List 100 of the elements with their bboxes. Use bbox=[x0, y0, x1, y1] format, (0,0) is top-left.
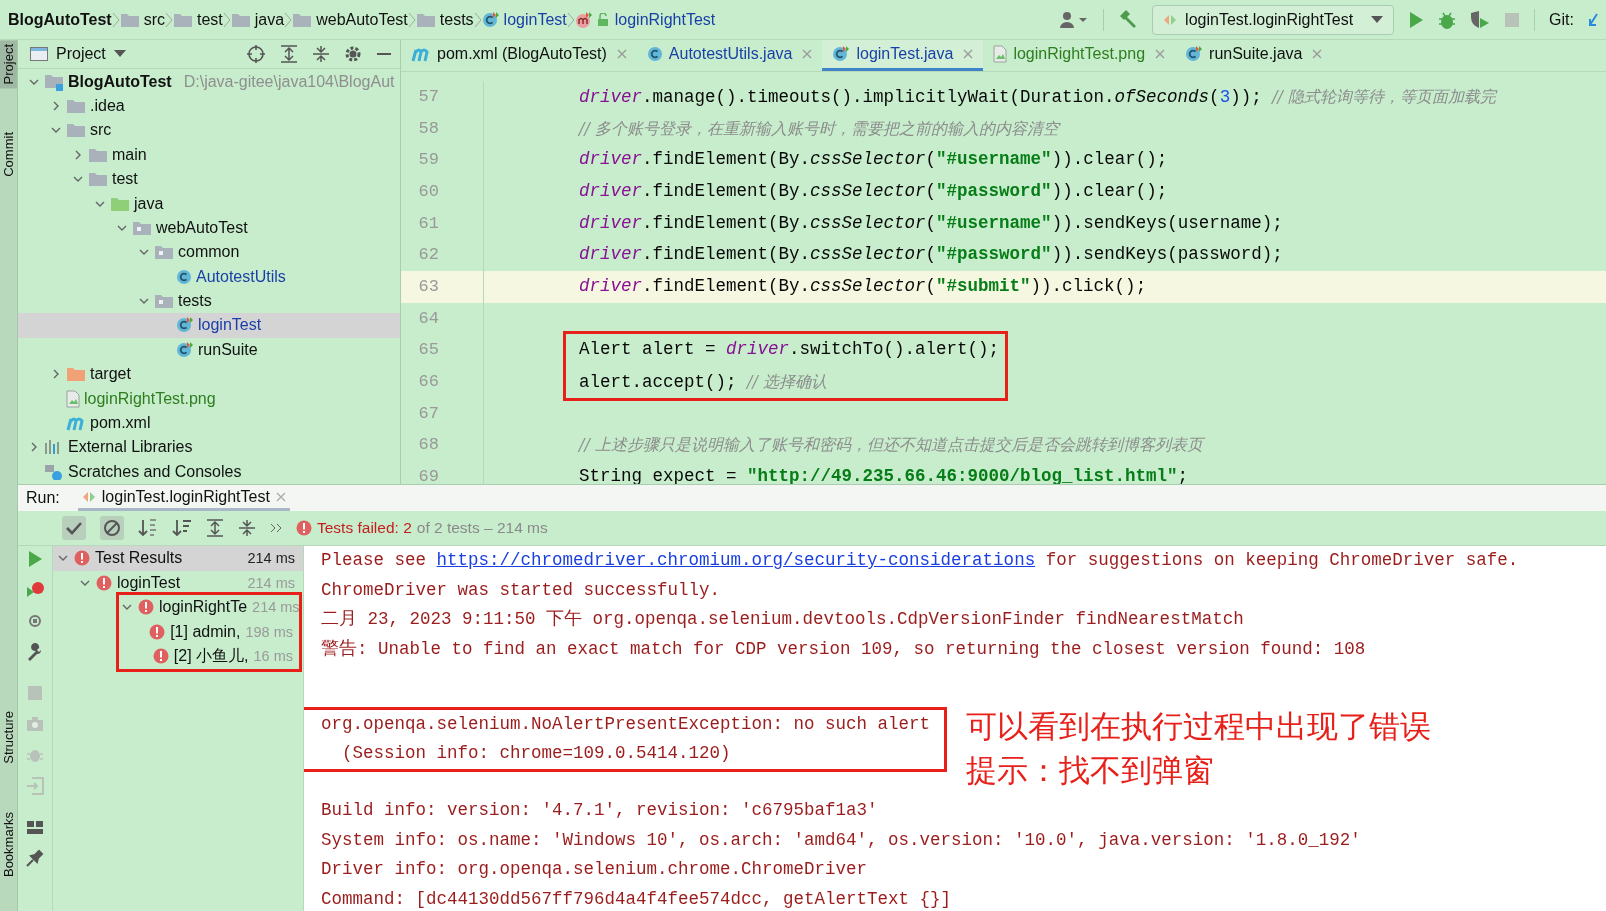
expand-all-icon[interactable] bbox=[280, 45, 298, 64]
tree-item[interactable]: BlogAutoTest D:\java-gitee\java104\BlogAut bbox=[18, 69, 400, 94]
tree-item[interactable]: java bbox=[18, 191, 400, 216]
maven-icon bbox=[411, 46, 431, 62]
class-icon bbox=[1185, 46, 1204, 62]
layout-icon[interactable] bbox=[26, 818, 44, 836]
breadcrumb-item[interactable]: src bbox=[119, 10, 165, 29]
class-icon bbox=[176, 268, 192, 285]
tree-item[interactable]: External Libraries bbox=[18, 435, 400, 460]
tree-item[interactable]: tests bbox=[18, 288, 400, 314]
toggle-icon[interactable] bbox=[26, 612, 44, 630]
tree-item[interactable]: loginRightTest.png bbox=[18, 386, 400, 411]
package-icon bbox=[154, 293, 174, 310]
cancel-icon bbox=[103, 519, 121, 537]
test-duration: 198 ms bbox=[245, 623, 293, 640]
tree-item[interactable]: Scratches and Consoles bbox=[18, 459, 400, 484]
console-line: (Session info: chrome=109.0.5414.120) bbox=[341, 742, 732, 765]
test-tree-item[interactable]: [1] admin, 198 ms bbox=[119, 619, 299, 644]
folder-icon bbox=[173, 11, 193, 28]
tree-item-label: src bbox=[90, 121, 112, 140]
more-icon[interactable] bbox=[270, 523, 282, 533]
breadcrumb-item[interactable]: loginRightTest bbox=[574, 10, 716, 29]
tree-item[interactable]: runSuite bbox=[18, 337, 400, 363]
tree-item-label: webAutoTest bbox=[156, 218, 248, 237]
project-path: D:\java-gitee\java104\BlogAut bbox=[183, 72, 395, 91]
wrench-icon[interactable] bbox=[26, 643, 44, 661]
user-icon[interactable] bbox=[1059, 10, 1090, 29]
breadcrumb-item[interactable]: loginTest bbox=[481, 10, 567, 29]
tree-item[interactable]: loginTest bbox=[18, 313, 400, 338]
rerun-failed-icon[interactable] bbox=[26, 581, 44, 599]
tree-item[interactable]: target bbox=[18, 362, 400, 387]
shield-play-icon[interactable] bbox=[1470, 10, 1491, 29]
console-line: System info: os.name: 'Windows 10', os.arch: 'amd64', os.version: '10.0', java.version: '1.8.0_192' bbox=[321, 828, 1362, 852]
locate-icon[interactable] bbox=[246, 44, 266, 65]
tree-item[interactable]: .idea bbox=[18, 93, 400, 119]
bug-icon[interactable] bbox=[1438, 10, 1457, 29]
tree-item-label: BlogAutoTest bbox=[68, 72, 172, 91]
folder-icon bbox=[119, 11, 140, 28]
tree-item[interactable]: pom.xml bbox=[18, 410, 400, 436]
class-icon bbox=[646, 46, 663, 62]
settings-icon[interactable] bbox=[344, 45, 362, 64]
collapse-all-icon[interactable] bbox=[312, 45, 330, 64]
tree-item-label: java bbox=[134, 194, 164, 213]
test-tree-item[interactable]: loginTest 214 ms bbox=[53, 570, 303, 595]
sort-duration-icon[interactable] bbox=[172, 518, 192, 538]
code-line: Alert alert = driver.switchTo().alert(); bbox=[579, 338, 1000, 362]
tool-window-tab[interactable]: Project bbox=[0, 40, 17, 89]
chevron-right-icon bbox=[407, 10, 416, 29]
editor-tab[interactable]: loginTest.java bbox=[822, 40, 984, 71]
breadcrumb-item[interactable]: BlogAutoTest bbox=[8, 10, 112, 29]
line-number: 67 bbox=[417, 402, 440, 425]
close-icon[interactable] bbox=[963, 49, 974, 59]
project-view-dropdown[interactable]: Project bbox=[30, 45, 126, 64]
tree-item-label: Scratches and Consoles bbox=[68, 462, 242, 481]
test-name: [2] 小鱼儿, bbox=[173, 645, 249, 666]
run-configuration-dropdown[interactable]: loginTest.loginRightTest bbox=[1152, 4, 1395, 35]
editor-tab[interactable]: pom.xml (BlogAutoTest) bbox=[401, 40, 637, 71]
breadcrumb-item[interactable]: webAutoTest bbox=[292, 10, 408, 29]
editor-tab[interactable]: runSuite.java bbox=[1175, 40, 1333, 71]
chevron-right-icon bbox=[566, 10, 575, 29]
breadcrumb-item[interactable]: test bbox=[173, 10, 223, 29]
expand-all-icon[interactable] bbox=[206, 519, 224, 537]
play-icon[interactable] bbox=[1408, 10, 1425, 29]
play-icon[interactable] bbox=[26, 550, 44, 568]
console-line: org.openqa.selenium.NoAlertPresentException: no such alert bbox=[321, 712, 931, 736]
tree-item[interactable]: main bbox=[18, 142, 400, 167]
show-ignored-toggle[interactable] bbox=[100, 516, 124, 540]
editor-tab[interactable]: loginRightTest.png bbox=[983, 40, 1176, 71]
test-tree-item[interactable]: loginRightTe 214 ms bbox=[119, 595, 299, 620]
tree-item[interactable]: common bbox=[18, 240, 400, 265]
test-name: [1] admin, bbox=[170, 622, 241, 641]
line-number: 63 bbox=[401, 270, 483, 303]
tree-item-label: External Libraries bbox=[68, 438, 193, 457]
run-tab[interactable]: loginTest.loginRightTest bbox=[77, 485, 290, 511]
tree-item[interactable]: AutotestUtils bbox=[18, 264, 400, 289]
breadcrumb-item[interactable]: tests bbox=[415, 10, 474, 29]
image-file-icon bbox=[993, 45, 1008, 63]
folder-icon bbox=[88, 146, 108, 163]
sort-icon[interactable] bbox=[138, 518, 158, 538]
code-line: driver.manage().timeouts().implicitlyWait(Duration.ofSeconds(3)); // 隐式轮询等待，等页面加载完 bbox=[578, 86, 1499, 109]
tool-window-tab[interactable]: Bookmarks bbox=[0, 807, 17, 881]
console-line: Build info: version: '4.7.1', revision: 'c6795baf1a3' bbox=[321, 799, 879, 822]
tree-item[interactable]: src bbox=[18, 118, 400, 143]
code-line: // 多个账号登录，在重新输入账号时，需要把之前的输入的内容清空 bbox=[577, 117, 1062, 140]
collapse-all-icon[interactable] bbox=[238, 519, 256, 537]
caret-icon bbox=[1371, 15, 1384, 24]
pin-icon[interactable] bbox=[26, 849, 44, 867]
console-link[interactable]: https://chromedriver.chromium.org/security-considerations bbox=[436, 550, 1036, 570]
tree-item[interactable]: test bbox=[18, 166, 400, 192]
hammer-icon[interactable] bbox=[1118, 9, 1139, 30]
test-duration: 214 ms bbox=[247, 574, 295, 591]
test-tree-item[interactable]: [2] 小鱼儿, 16 ms bbox=[119, 644, 299, 669]
test-tree-item[interactable]: Test Results 214 ms bbox=[53, 546, 303, 571]
line-number: 58 bbox=[417, 117, 440, 140]
tool-window-tab[interactable]: Commit bbox=[0, 128, 17, 182]
show-passed-toggle[interactable] bbox=[62, 516, 86, 540]
tool-window-tab[interactable]: Structure bbox=[0, 707, 17, 768]
tree-item[interactable]: webAutoTest bbox=[18, 215, 400, 241]
breadcrumb-item[interactable]: java bbox=[230, 10, 285, 29]
editor-tab[interactable]: AutotestUtils.java bbox=[636, 40, 823, 71]
